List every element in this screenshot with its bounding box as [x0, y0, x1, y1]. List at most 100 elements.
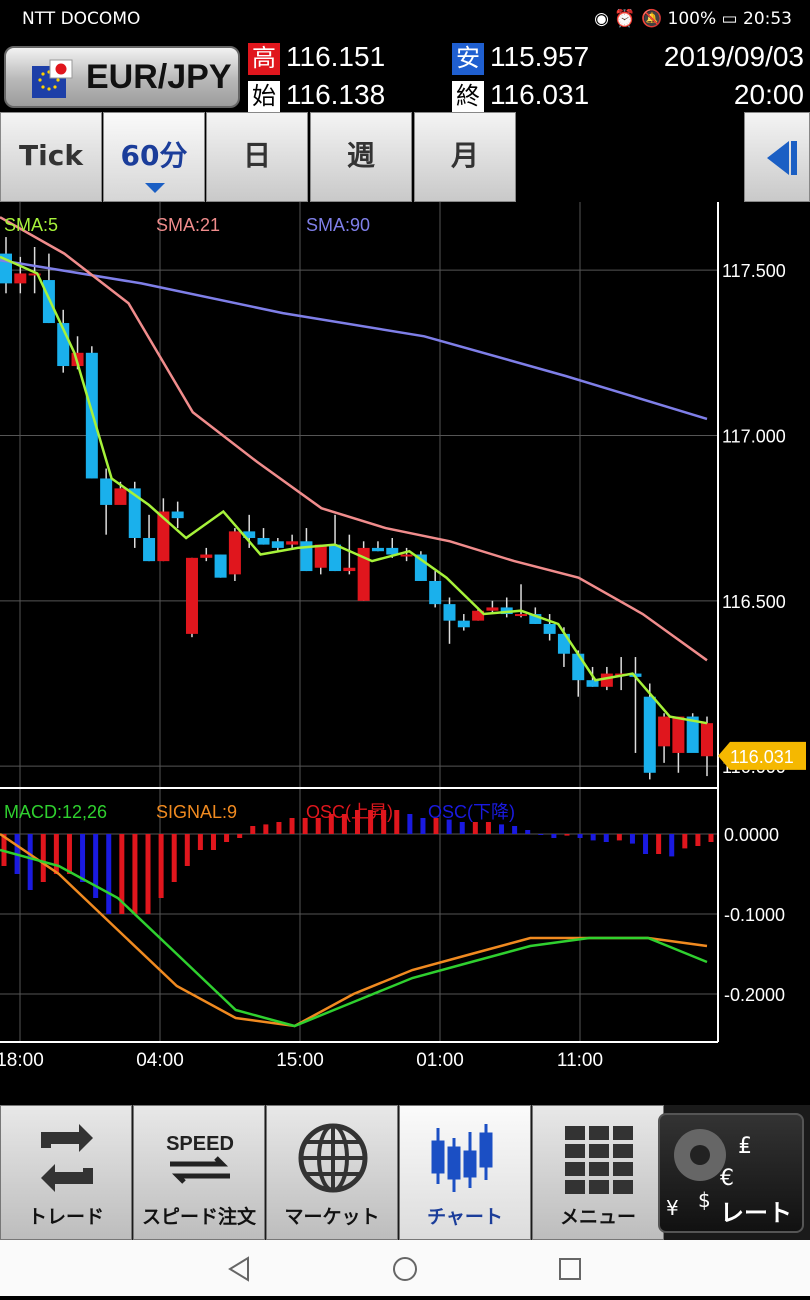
osc-bar: [40, 834, 46, 882]
osc-bar: [459, 822, 465, 834]
candle-body: [114, 488, 127, 505]
trade-icon: [41, 1124, 93, 1192]
candle-body: [400, 554, 413, 557]
nav-rate[interactable]: ₤ € $ ¥ レート: [658, 1113, 804, 1233]
signal-line: [0, 832, 708, 1028]
price-chart: [0, 216, 713, 780]
status-right: ◉ ⏰ 🔕 100% ▭ 20:53: [594, 9, 792, 29]
currency-pair-button[interactable]: EUR/JPY: [4, 46, 240, 108]
bottom-nav: トレード SPEED スピード注文 マーケット チャート メニュー ₤ € $ …: [0, 1105, 810, 1240]
back-icon[interactable]: [228, 1256, 249, 1282]
home-icon[interactable]: [393, 1257, 417, 1281]
speed-icon: SPEED: [166, 1133, 234, 1184]
collapse-panel-button[interactable]: [744, 112, 810, 202]
candle-body: [515, 614, 528, 617]
osc-bar: [276, 822, 282, 834]
time-tick-label: 15:00: [276, 1050, 324, 1071]
mute-icon: 🔕: [640, 9, 663, 29]
osc-bar: [80, 834, 86, 882]
candle-body: [443, 604, 456, 621]
candle-body: [228, 531, 241, 575]
sma21-line: [0, 216, 708, 662]
quote-header: EUR/JPY 高 116.151 始 116.138 安 115.957 終 116.…: [0, 38, 810, 113]
osc-bar: [695, 834, 701, 846]
macd-tick-label: -0.2000: [724, 985, 785, 1005]
quote-date: 2019/09/03: [663, 41, 804, 72]
candle-body: [572, 653, 585, 681]
nav-menu[interactable]: メニュー: [532, 1105, 664, 1240]
tab-60min[interactable]: 60分: [103, 112, 205, 202]
osc-bar: [512, 826, 518, 834]
osc-bar: [682, 834, 688, 849]
osc-bar: [643, 834, 649, 854]
battery-percent: 100%: [667, 9, 717, 29]
legend-osc-down: OSC(下降): [428, 802, 515, 822]
osc-bar: [472, 822, 478, 834]
currency-pair-label: EUR/JPY: [86, 58, 232, 96]
osc-bar: [538, 834, 544, 835]
macd-tick-label: 0.0000: [724, 825, 779, 845]
recent-apps-icon[interactable]: [559, 1258, 581, 1280]
tab-tick[interactable]: Tick: [0, 112, 102, 202]
svg-text:€: €: [720, 1166, 734, 1191]
quote-time: 20:00: [733, 79, 804, 110]
osc-bar: [224, 834, 230, 842]
osc-bar: [132, 834, 138, 914]
high-price: 高 116.151: [248, 41, 385, 75]
osc-bar: [171, 834, 177, 882]
osc-bar: [106, 834, 112, 914]
osc-bar: [53, 834, 59, 874]
candle-body: [143, 537, 156, 562]
legend-sma90: SMA:90: [306, 215, 370, 235]
osc-bar: [158, 834, 164, 898]
osc-bar: [708, 834, 714, 842]
candle-body: [271, 541, 284, 548]
osc-bar: [145, 834, 151, 914]
candle-body: [343, 567, 356, 572]
low-price: 安 115.957: [452, 41, 589, 75]
clock: 20:53: [743, 9, 792, 29]
osc-bar: [27, 834, 33, 890]
osc-bar: [66, 834, 72, 874]
osc-bar: [407, 814, 413, 834]
candle-body: [286, 541, 299, 545]
svg-text:SPEED: SPEED: [166, 1133, 234, 1155]
time-tick-label: 11:00: [557, 1050, 603, 1071]
candle-body: [257, 537, 270, 545]
svg-text:¥: ¥: [666, 1196, 679, 1220]
legend-signal: SIGNAL:9: [156, 802, 237, 822]
legend-macd: MACD:12,26: [4, 802, 107, 822]
tab-day[interactable]: 日: [206, 112, 308, 202]
legend-sma5: SMA:5: [4, 215, 58, 235]
osc-bar: [237, 834, 243, 838]
candle-body: [371, 547, 384, 552]
candle-body: [185, 557, 198, 634]
osc-bar: [420, 818, 426, 834]
close-price: 終 116.031: [452, 79, 589, 113]
osc-bar: [289, 818, 295, 834]
chart-area[interactable]: 117.500117.000116.500116.0000.0000-0.100…: [0, 202, 810, 1105]
nav-market[interactable]: マーケット: [266, 1105, 398, 1240]
candle-body: [672, 716, 685, 753]
nav-trade[interactable]: トレード: [0, 1105, 132, 1240]
osc-bar: [210, 834, 216, 850]
time-tick-label: 18:00: [0, 1050, 44, 1071]
grid-icon: [565, 1126, 633, 1194]
open-price: 始 116.138: [248, 79, 385, 113]
nav-speed-order[interactable]: SPEED スピード注文: [133, 1105, 265, 1240]
candle-body: [100, 478, 113, 505]
osc-bar: [93, 834, 99, 898]
time-tick-label: 01:00: [416, 1050, 464, 1071]
osc-bar: [564, 834, 570, 836]
collapse-left-icon: [767, 141, 797, 175]
tab-week[interactable]: 週: [310, 112, 412, 202]
tab-month[interactable]: 月: [414, 112, 516, 202]
osc-bar: [669, 834, 675, 857]
candle-body: [543, 623, 556, 634]
nav-chart[interactable]: チャート: [399, 1105, 531, 1240]
time-tick-label: 04:00: [136, 1050, 184, 1071]
candle-body: [214, 554, 227, 578]
candlestick-icon: [431, 1124, 493, 1192]
osc-bar: [485, 822, 491, 834]
candle-body: [314, 544, 327, 568]
